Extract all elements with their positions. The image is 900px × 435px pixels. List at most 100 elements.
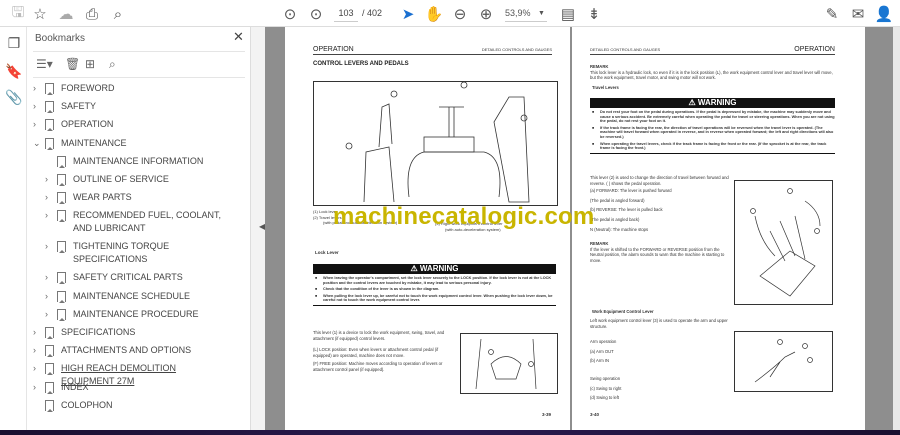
bookmark-item[interactable]: › SAFETY CRITICAL PARTS bbox=[45, 271, 231, 285]
chevron-right-icon[interactable]: › bbox=[33, 326, 43, 339]
page-number-input[interactable]: 103 bbox=[334, 5, 358, 22]
work-lever-illustration bbox=[754, 339, 813, 383]
page-3-40: DETAILED CONTROLS AND GAUGES OPERATION RE… bbox=[572, 27, 865, 430]
bookmark-icon bbox=[45, 101, 54, 114]
next-page-icon[interactable]: ⊙ bbox=[306, 4, 326, 24]
find-bookmark-icon[interactable]: ⌕ bbox=[109, 57, 116, 72]
bookmark-icon bbox=[57, 210, 66, 223]
bookmark-item[interactable]: ⌄ MAINTENANCE bbox=[33, 137, 231, 150]
work-lever-figure bbox=[734, 331, 833, 392]
vertical-scrollbar[interactable] bbox=[893, 27, 900, 430]
email-icon[interactable]: ✉ bbox=[848, 4, 868, 24]
bookmarks-panel: Bookmarks ✕ ☰▾ 🗑 ⊞ ⌕ › FOREWORD › SAFETY › OP… bbox=[27, 27, 250, 430]
page-number: 3-40 bbox=[590, 412, 600, 417]
bookmark-icon bbox=[45, 327, 54, 339]
bookmark-item[interactable]: › ATTACHMENTS AND OPTIONS bbox=[33, 344, 231, 358]
attachments-icon[interactable]: 📎 bbox=[4, 87, 24, 107]
bookmark-item[interactable]: MAINTENANCE INFORMATION bbox=[45, 155, 231, 168]
bookmark-item[interactable]: › WEAR PARTS bbox=[45, 191, 231, 205]
bookmark-icon bbox=[57, 155, 66, 168]
bookmark-item[interactable]: › OPERATION bbox=[33, 118, 231, 132]
fill-sign-icon[interactable]: ✎ bbox=[822, 4, 842, 24]
bookmark-label: SAFETY bbox=[61, 101, 97, 112]
subheading-travel-levers: Travel Levers bbox=[592, 85, 619, 90]
bookmark-label: OUTLINE OF SERVICE bbox=[73, 174, 169, 184]
chevron-right-icon[interactable]: › bbox=[45, 308, 55, 321]
section-title: OPERATION bbox=[794, 46, 835, 54]
chevron-right-icon[interactable]: › bbox=[33, 100, 43, 113]
page-thumbnails-icon[interactable]: ❐ bbox=[4, 33, 24, 53]
new-bookmark-icon[interactable]: ⊞ bbox=[85, 57, 95, 71]
chevron-right-icon[interactable]: › bbox=[45, 290, 55, 303]
chevron-right-icon[interactable]: › bbox=[45, 271, 55, 284]
bookmark-label: WEAR PARTS bbox=[73, 192, 132, 203]
options-menu-icon[interactable]: ☰▾ bbox=[36, 57, 53, 71]
controls-illustration bbox=[345, 81, 530, 203]
bookmark-item[interactable]: › TIGHTENING TORQUE SPECIFICATIONS bbox=[45, 240, 231, 266]
bookmark-icon bbox=[57, 174, 66, 186]
bookmark-icon bbox=[45, 345, 54, 358]
zoom-dropdown-icon[interactable]: ▼ bbox=[538, 5, 545, 22]
search-zoom-icon[interactable]: ⌕ bbox=[108, 4, 128, 24]
chevron-down-icon[interactable]: ⌄ bbox=[33, 137, 43, 150]
chevron-right-icon[interactable]: › bbox=[45, 191, 55, 204]
bookmark-item[interactable]: › INDEX bbox=[33, 381, 231, 394]
bookmark-item[interactable]: › SAFETY bbox=[33, 100, 231, 114]
chevron-right-icon[interactable]: › bbox=[33, 118, 43, 131]
bookmark-label: RECOMMENDED FUEL, COOLANT, AND LUBRICANT bbox=[73, 210, 222, 234]
controls-figure bbox=[313, 81, 558, 206]
bookmark-item[interactable]: › RECOMMENDED FUEL, COOLANT, AND LUBRICAN… bbox=[45, 209, 231, 235]
chevron-right-icon[interactable]: › bbox=[45, 240, 55, 253]
bookmark-item[interactable]: › SPECIFICATIONS bbox=[33, 326, 231, 339]
subheading-work-equipment: Work Equipment Control Lever bbox=[592, 309, 654, 314]
chevron-right-icon[interactable]: › bbox=[45, 209, 55, 222]
scroll-mode-icon[interactable]: ⇟ bbox=[584, 4, 604, 24]
select-cursor-icon[interactable]: ➤ bbox=[398, 4, 418, 24]
bookmark-item[interactable]: › OUTLINE OF SERVICE bbox=[45, 173, 231, 186]
hand-icon[interactable]: ✋ bbox=[424, 4, 444, 24]
prev-page-icon[interactable]: ⊙ bbox=[280, 4, 300, 24]
panel-splitter[interactable]: ◀ bbox=[250, 27, 265, 430]
bookmark-item[interactable]: › FOREWORD bbox=[33, 82, 231, 95]
bookmark-icon bbox=[45, 119, 54, 132]
upload-cloud-icon[interactable]: ☁ bbox=[56, 4, 76, 24]
chevron-right-icon[interactable]: › bbox=[33, 381, 43, 394]
page-fit-icon[interactable]: ▤ bbox=[558, 4, 578, 24]
zoom-out-icon[interactable]: ⊖ bbox=[450, 4, 470, 24]
watermark: machinecatalogic.com bbox=[333, 203, 595, 230]
zoom-in-icon[interactable]: ⊕ bbox=[476, 4, 496, 24]
travel-lever-illustration bbox=[750, 188, 821, 297]
chevron-right-icon[interactable]: › bbox=[33, 344, 43, 357]
warning-title: ⚠ WARNING bbox=[313, 264, 556, 274]
bookmark-icon bbox=[45, 83, 54, 95]
page-heading: CONTROL LEVERS AND PEDALS bbox=[313, 61, 409, 67]
bookmark-star-icon[interactable]: ☆ bbox=[30, 4, 50, 24]
bookmark-toolbar: ☰▾ 🗑 ⊞ ⌕ bbox=[33, 51, 245, 78]
close-icon[interactable]: ✕ bbox=[233, 29, 244, 45]
lock-lever-text: This lever (1) is a device to lock the w… bbox=[313, 330, 445, 372]
bookmark-label: TIGHTENING TORQUE SPECIFICATIONS bbox=[73, 241, 170, 265]
print-icon[interactable]: ⎙ bbox=[82, 4, 102, 24]
bookmark-label: SPECIFICATIONS bbox=[61, 327, 136, 337]
chevron-right-icon[interactable]: › bbox=[45, 173, 55, 186]
bookmark-label: MAINTENANCE PROCEDURE bbox=[73, 308, 199, 319]
bookmark-icon bbox=[57, 192, 66, 205]
bookmark-label: OPERATION bbox=[61, 119, 114, 130]
travel-lever-figure bbox=[734, 180, 833, 305]
chevron-right-icon[interactable]: › bbox=[33, 362, 43, 375]
save-icon[interactable]: 🖫 bbox=[8, 4, 28, 24]
subheading-lock-lever: Lock Lever bbox=[315, 250, 339, 255]
add-user-icon[interactable]: 👤 bbox=[874, 4, 894, 24]
bookmark-label: SAFETY CRITICAL PARTS bbox=[73, 272, 183, 283]
delete-icon[interactable]: 🗑 bbox=[65, 57, 80, 71]
bookmarks-icon[interactable]: 🔖 bbox=[4, 61, 24, 81]
chevron-right-icon[interactable]: › bbox=[33, 82, 43, 95]
toolbar: 🖫 ☆ ☁ ⎙ ⌕ ⊙ ⊙ 103 / 402 ➤ ✋ ⊖ ⊕ 53,9% ▼ … bbox=[0, 0, 900, 27]
bookmark-item[interactable]: › MAINTENANCE SCHEDULE bbox=[45, 290, 231, 303]
bookmark-item[interactable]: › MAINTENANCE PROCEDURE bbox=[45, 308, 231, 321]
bookmark-item[interactable]: COLOPHON bbox=[33, 399, 231, 412]
bookmark-icon bbox=[57, 241, 66, 254]
bookmark-icon bbox=[57, 308, 66, 321]
warning-box: ⚠ WARNING When leaving the operator's co… bbox=[313, 264, 556, 306]
navigation-pane-strip: ❐ 🔖 📎 bbox=[0, 27, 27, 430]
